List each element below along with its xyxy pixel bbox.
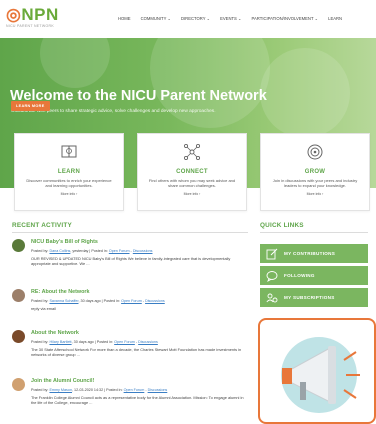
card-description: Discover communities to enrich your expe… (26, 178, 112, 188)
hero-bokeh (40, 38, 110, 88)
activity-excerpt: OUR REVISED & UPDATED NICU Baby's Bill o… (31, 256, 231, 266)
main-nav: HOME COMMUNITY ⌄ DIRECTORY ⌄ EVENTS ⌄ PA… (118, 16, 342, 21)
logo-wordmark: ◎NPN (6, 5, 59, 24)
quick-link-label: MY CONTRIBUTIONS (284, 251, 336, 256)
activity-excerpt: The Franklin College Alumni Council acts… (31, 395, 244, 405)
thread-link[interactable]: Discussions (148, 388, 168, 392)
meta-label: Posted by: (31, 299, 50, 303)
activity-item: NICU Baby's Bill of Rights Posted by: Da… (12, 239, 248, 279)
network-icon (183, 143, 201, 161)
meta-label: , 30 days ago | Posted in: (71, 340, 115, 344)
logo-tagline: NICU PARENT NETWORK (6, 24, 54, 28)
site-header: ◎NPN NICU PARENT NETWORK HOME COMMUNITY … (0, 0, 376, 38)
target-icon (307, 144, 323, 160)
thread-link[interactable]: Discussions (138, 340, 158, 344)
card-connect[interactable]: CONNECT Find others with whom you may se… (137, 133, 247, 211)
card-title: GROW (304, 169, 326, 175)
hero-bokeh (260, 48, 350, 138)
forum-link[interactable]: Open Forum (114, 340, 135, 344)
learn-more-button[interactable]: LEARN MORE (11, 101, 50, 111)
meta-label: Posted by: (31, 340, 50, 344)
meta-label: Posted by: (31, 388, 50, 392)
author-link[interactable]: Hilary Bartlett (49, 340, 71, 344)
card-description: Join in discussions with your peers and … (272, 178, 358, 188)
nav-learn[interactable]: LEARN (328, 16, 342, 21)
avatar[interactable] (12, 289, 25, 302)
settings-users-icon (266, 293, 278, 302)
card-title: LEARN (57, 169, 81, 175)
activity-meta: Posted by: Emmy Mason, 12-03-2020 14:32 … (31, 388, 167, 392)
meta-label: Posted by: (31, 249, 50, 253)
activity-item: About the Network Posted by: Hilary Bart… (12, 330, 248, 370)
more-info-link[interactable]: More info › (261, 192, 369, 196)
forum-link[interactable]: Open Forum (121, 299, 142, 303)
divider (260, 232, 368, 233)
activity-meta: Posted by: Savanna Schaffer, 30 days ago… (31, 299, 165, 303)
activity-meta: Posted by: Hilary Bartlett, 30 days ago … (31, 340, 158, 344)
thread-link[interactable]: Discussions (145, 299, 165, 303)
avatar[interactable] (12, 330, 25, 343)
activity-title[interactable]: Join the Alumni Council! (31, 378, 94, 384)
nav-community[interactable]: COMMUNITY ⌄ (141, 16, 171, 21)
nav-directory[interactable]: DIRECTORY ⌄ (181, 16, 210, 21)
nav-participation[interactable]: PARTICIPATION/INVOLVEMENT ⌄ (252, 16, 319, 21)
card-description: Find others with whom you may seek advic… (148, 178, 236, 188)
activity-item: Join the Alumni Council! Posted by: Emmy… (12, 378, 248, 422)
quick-link-label: MY SUBSCRIPTIONS (284, 295, 335, 300)
my-subscriptions-button[interactable]: MY SUBSCRIPTIONS (260, 288, 368, 307)
edit-icon (266, 248, 278, 259)
meta-label: , 30 days ago | Posted in: (78, 299, 122, 303)
more-info-link[interactable]: More info › (138, 192, 246, 196)
activity-excerpt: reply via email (31, 306, 56, 311)
site-logo[interactable]: ◎NPN NICU PARENT NETWORK (6, 6, 59, 28)
following-button[interactable]: FOLLOWING (260, 266, 368, 285)
activity-title[interactable]: RE: About the Network (31, 289, 90, 295)
forum-link[interactable]: Open Forum (109, 249, 130, 253)
forum-link[interactable]: Open Forum (124, 388, 145, 392)
hero-bokeh (150, 38, 270, 128)
activity-title[interactable]: NICU Baby's Bill of Rights (31, 239, 98, 245)
quick-link-label: FOLLOWING (284, 273, 315, 278)
avatar[interactable] (12, 378, 25, 391)
thread-link[interactable]: Discussions (133, 249, 153, 253)
book-icon (61, 145, 77, 158)
logo-o: ◎ (6, 5, 22, 24)
recent-activity-title: RECENT ACTIVITY (12, 222, 72, 229)
author-link[interactable]: Dana Collins (49, 249, 70, 253)
activity-title[interactable]: About the Network (31, 330, 79, 336)
divider (12, 232, 248, 233)
my-contributions-button[interactable]: MY CONTRIBUTIONS (260, 244, 368, 263)
card-title: CONNECT (176, 169, 208, 175)
nav-events[interactable]: EVENTS ⌄ (220, 16, 241, 21)
quick-links-title: QUICK LINKS (260, 222, 304, 229)
activity-meta: Posted by: Dana Collins, yesterday | Pos… (31, 249, 153, 253)
promo-banner[interactable] (258, 318, 376, 424)
more-info-link[interactable]: More info › (15, 192, 123, 196)
author-link[interactable]: Emmy Mason (49, 388, 72, 392)
meta-label: , 12-03-2020 14:32 | Posted in: (72, 388, 124, 392)
activity-item: RE: About the Network Posted by: Savanna… (12, 289, 248, 319)
card-learn[interactable]: LEARN Discover communities to enrich you… (14, 133, 124, 211)
avatar[interactable] (12, 239, 25, 252)
megaphone-illustration (281, 337, 360, 413)
nav-home[interactable]: HOME (118, 16, 131, 21)
activity-excerpt: The 30 State Afterschool Network For mor… (31, 347, 242, 357)
card-grow[interactable]: GROW Join in discussions with your peers… (260, 133, 370, 211)
author-link[interactable]: Savanna Schaffer (49, 299, 78, 303)
chat-icon (266, 270, 278, 282)
meta-label: , yesterday | Posted in: (70, 249, 109, 253)
